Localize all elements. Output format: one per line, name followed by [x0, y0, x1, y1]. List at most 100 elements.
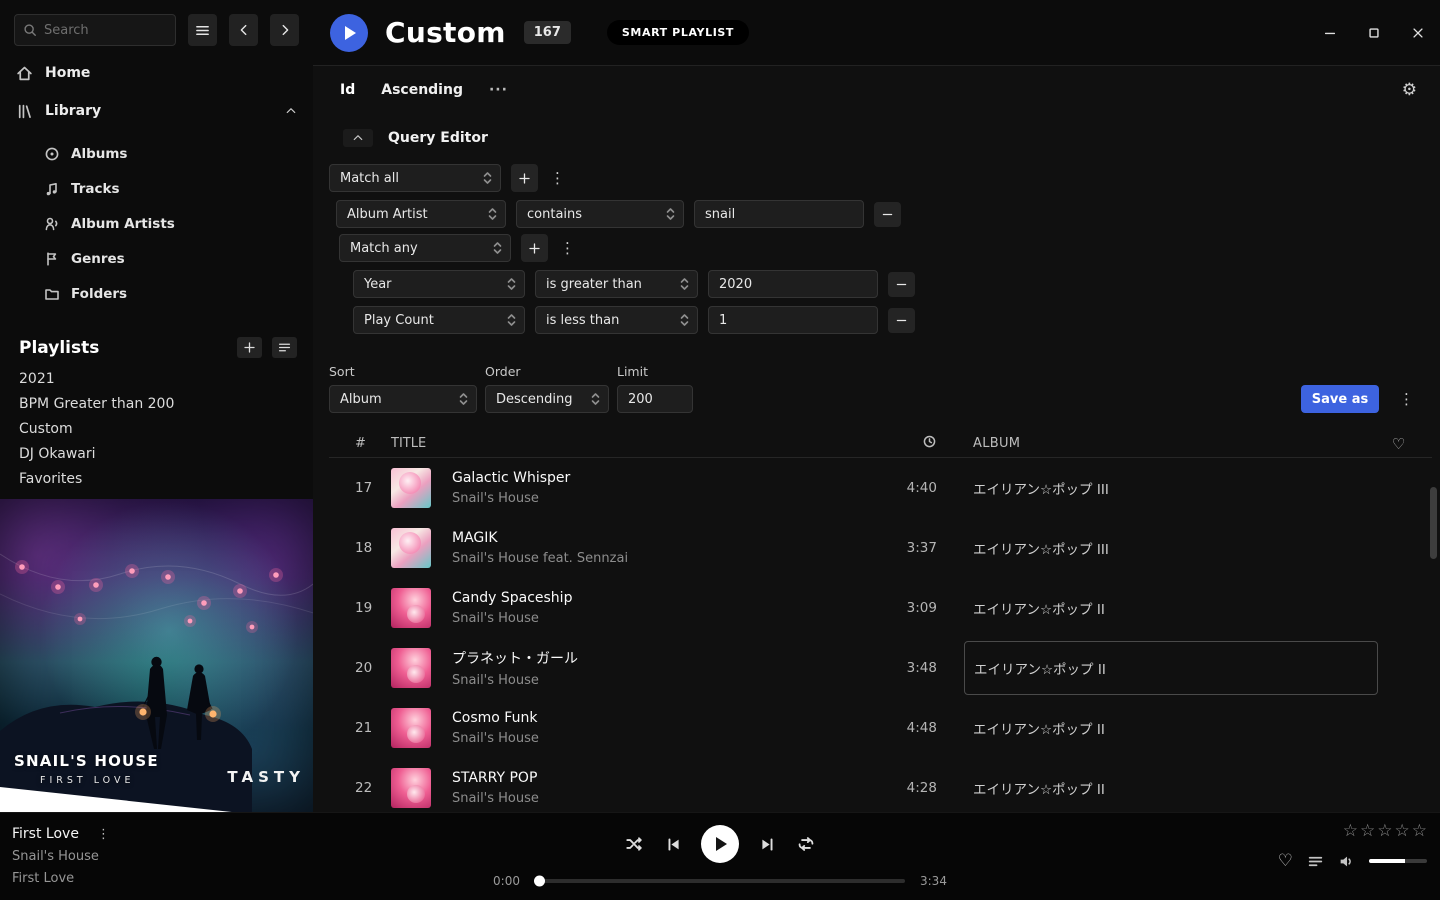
play-pause-button[interactable] [701, 825, 739, 863]
remove-group-rule-button[interactable] [888, 308, 915, 333]
queue-icon[interactable] [1307, 853, 1324, 870]
group-rule-field-select[interactable]: Play Count [353, 306, 525, 334]
table-row[interactable]: 19 Candy Spaceship Snail's House 3:09 エイ… [329, 578, 1432, 638]
rating-stars[interactable]: ☆ ☆ ☆ ☆ ☆ [1343, 821, 1427, 841]
search-box[interactable] [14, 14, 176, 46]
group-rule-operator-select[interactable]: is less than [535, 306, 698, 334]
minimize-button[interactable] [1320, 23, 1340, 43]
add-rule-button[interactable] [511, 164, 538, 192]
sidebar: Home Library Albums [0, 0, 313, 812]
close-button[interactable] [1408, 23, 1428, 43]
track-duration: 4:48 [907, 720, 945, 736]
sidebar-item-albums[interactable]: Albums [0, 136, 313, 171]
group-match-value: Match any [350, 241, 418, 256]
menu-button[interactable] [188, 14, 217, 46]
maximize-button[interactable] [1364, 23, 1384, 43]
root-match-select[interactable]: Match all [329, 164, 501, 192]
now-playing-artist[interactable]: Snail's House [12, 849, 112, 864]
query-sort-select[interactable]: Album [329, 385, 477, 413]
heart-icon: ♡ [1392, 435, 1405, 453]
sidebar-item-library[interactable]: Library [0, 92, 313, 130]
next-button[interactable] [756, 833, 778, 855]
query-editor-collapse-button[interactable] [343, 129, 373, 147]
rule-operator-value: contains [527, 207, 582, 222]
sidebar-item-genres[interactable]: Genres [0, 241, 313, 276]
sidebar-item-tracks[interactable]: Tracks [0, 171, 313, 206]
now-playing-menu-icon[interactable]: ⋮ [95, 827, 112, 842]
repeat-button[interactable] [795, 833, 817, 855]
track-album: エイリアン☆ポップ II [945, 598, 1365, 618]
column-header-album[interactable]: ALBUM [945, 436, 1365, 451]
rule-operator-select[interactable]: contains [516, 200, 684, 228]
add-group-rule-button[interactable] [521, 234, 548, 262]
query-order-select[interactable]: Descending [485, 385, 609, 413]
table-row[interactable]: 22 STARRY POP Snail's House 4:28 エイリアン☆ポ… [329, 758, 1432, 812]
playlist-item-dj-okawari[interactable]: DJ Okawari [0, 441, 313, 466]
root-group-menu-icon[interactable]: ⋮ [548, 169, 567, 187]
column-header-number[interactable]: # [329, 436, 391, 451]
now-playing-album[interactable]: First Love [12, 871, 112, 886]
favorite-track-icon[interactable]: ♡ [1278, 851, 1293, 871]
volume-slider[interactable] [1369, 859, 1427, 863]
group-rule-operator-select[interactable]: is greater than [535, 270, 698, 298]
sort-direction-button[interactable]: Ascending [381, 82, 463, 98]
add-playlist-button[interactable] [237, 337, 262, 358]
track-duration: 3:09 [907, 600, 945, 616]
playlist-list: 2021 BPM Greater than 200 Custom DJ Okaw… [0, 366, 313, 491]
playlist-item-custom[interactable]: Custom [0, 416, 313, 441]
table-row[interactable]: 18 MAGIK Snail's House feat. Sennzai 3:3… [329, 518, 1432, 578]
group-rule-field-select[interactable]: Year [353, 270, 525, 298]
scrollbar-thumb[interactable] [1430, 487, 1437, 559]
previous-button[interactable] [662, 833, 684, 855]
table-row[interactable]: 20 プラネット・ガール Snail's House 3:48 エイリアン☆ポッ… [329, 638, 1432, 698]
playlist-item-2021[interactable]: 2021 [0, 366, 313, 391]
track-title: Galactic Whisper [452, 470, 570, 486]
track-number: 19 [329, 600, 391, 616]
query-order-value: Descending [496, 392, 573, 407]
settings-gear-icon[interactable]: ⚙ [1402, 80, 1417, 100]
track-album-focused-cell[interactable]: エイリアン☆ポップ II [964, 641, 1378, 695]
group-match-select[interactable]: Match any [339, 234, 511, 262]
nav-back-button[interactable] [229, 14, 258, 46]
playlist-item-bpm[interactable]: BPM Greater than 200 [0, 391, 313, 416]
column-header-duration[interactable] [922, 434, 945, 453]
sidebar-item-album-artists[interactable]: Album Artists [0, 206, 313, 241]
column-header-title[interactable]: TITLE [391, 436, 853, 451]
sidebar-item-home[interactable]: Home [0, 54, 313, 92]
query-menu-icon[interactable]: ⋮ [1397, 390, 1416, 408]
star-icon[interactable]: ☆ [1343, 821, 1358, 841]
search-input[interactable] [44, 23, 156, 38]
playlist-list-button[interactable] [272, 337, 297, 358]
star-icon[interactable]: ☆ [1360, 821, 1375, 841]
flag-icon [44, 251, 60, 267]
group-rule-value-input[interactable] [708, 306, 878, 334]
nav-forward-button[interactable] [270, 14, 299, 46]
sort-field-button[interactable]: Id [340, 82, 355, 98]
rule-value-input[interactable] [694, 200, 864, 228]
shuffle-button[interactable] [623, 833, 645, 855]
group-menu-icon[interactable]: ⋮ [558, 239, 577, 257]
remove-group-rule-button[interactable] [888, 272, 915, 297]
save-as-button[interactable]: Save as [1301, 385, 1379, 413]
limit-input[interactable] [617, 385, 693, 413]
playlist-item-favorites[interactable]: Favorites [0, 466, 313, 491]
star-icon[interactable]: ☆ [1395, 821, 1410, 841]
star-icon[interactable]: ☆ [1377, 821, 1392, 841]
star-icon[interactable]: ☆ [1412, 821, 1427, 841]
now-playing-cover-art[interactable]: SNAIL'S HOUSE FIRST LOVE TASTY [0, 499, 313, 812]
playlist-play-button[interactable] [330, 14, 368, 52]
library-collapse-chevron-icon[interactable] [285, 105, 297, 117]
volume-icon[interactable] [1338, 853, 1355, 870]
seek-bar[interactable] [535, 879, 905, 883]
column-header-favorite[interactable]: ♡ [1392, 435, 1405, 453]
rule-field-select[interactable]: Album Artist [336, 200, 506, 228]
table-row[interactable]: 21 Cosmo Funk Snail's House 4:48 エイリアン☆ポ… [329, 698, 1432, 758]
select-spinner-icon [488, 207, 497, 221]
table-row[interactable]: 17 Galactic Whisper Snail's House 4:40 エ… [329, 458, 1432, 518]
seek-knob[interactable] [534, 876, 545, 887]
group-rule-value-input[interactable] [708, 270, 878, 298]
more-options-icon[interactable]: ··· [489, 82, 508, 98]
now-playing-title[interactable]: First Love [12, 826, 79, 842]
sidebar-item-folders[interactable]: Folders [0, 276, 313, 311]
remove-rule-button[interactable] [874, 202, 901, 227]
